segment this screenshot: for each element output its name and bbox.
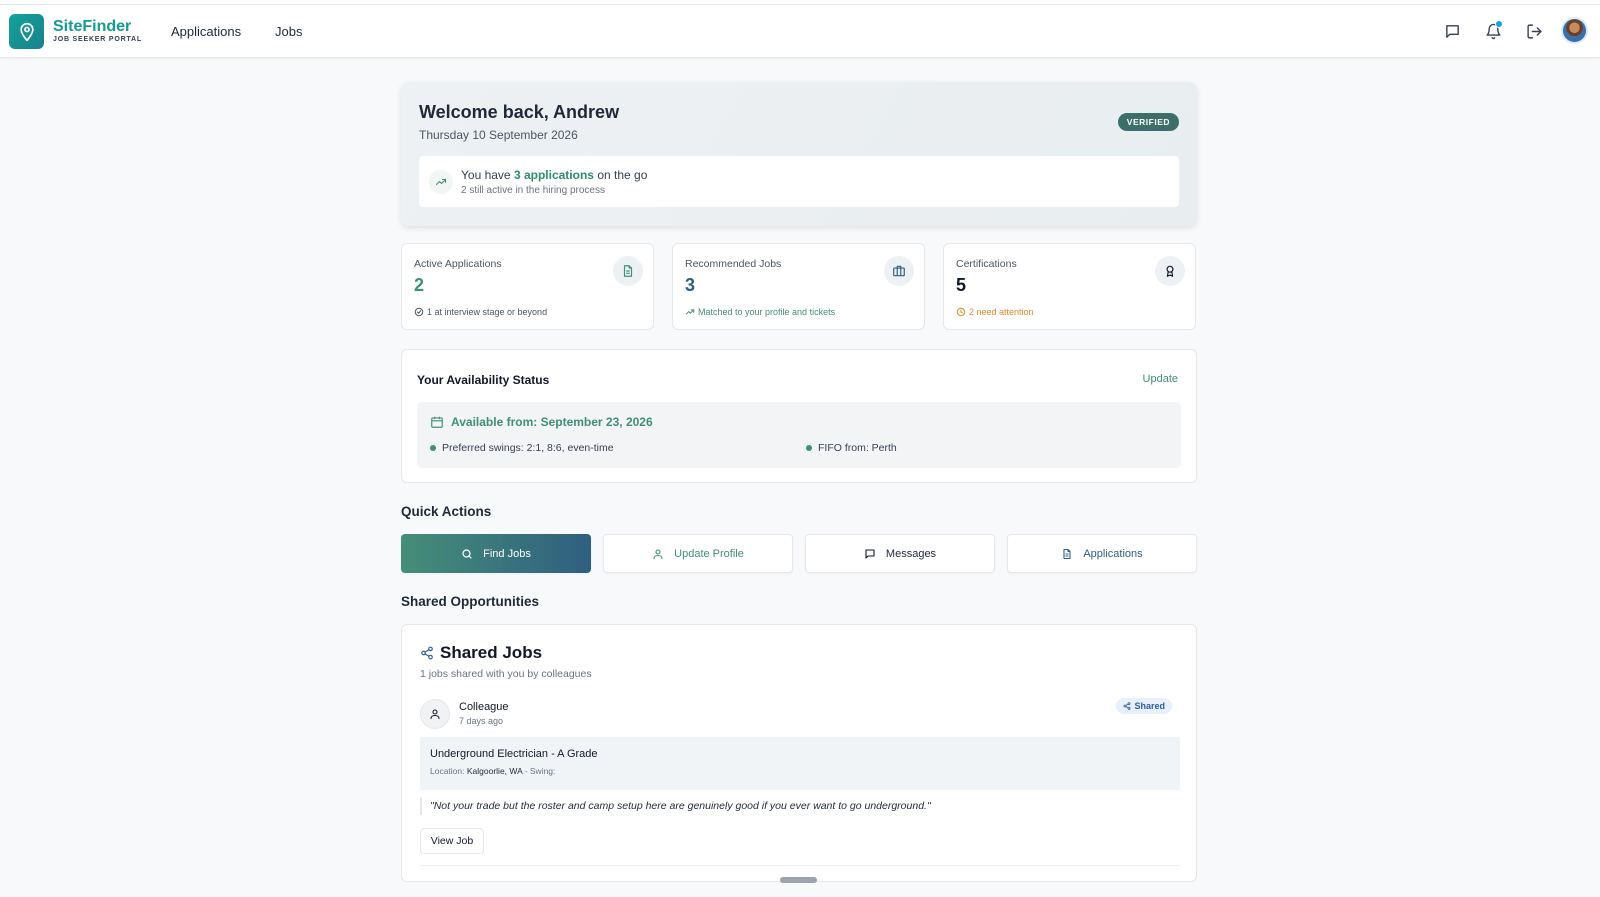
bullet-dot [430, 445, 436, 451]
brand-name: SiteFinder [53, 18, 132, 35]
verified-badge: VERIFIED [1117, 113, 1179, 131]
bell-icon[interactable] [1481, 19, 1505, 43]
availability-title: Your Availability Status [417, 373, 550, 387]
trending-up-icon [685, 309, 695, 315]
availability-card: Your Availability Status Update Availabl… [401, 349, 1197, 483]
document-icon [1063, 548, 1071, 559]
message-icon[interactable] [1440, 19, 1464, 43]
fifo-from-text: FIFO from: Perth [818, 442, 897, 454]
document-icon [613, 256, 643, 286]
update-profile-label: Update Profile [674, 547, 744, 560]
messages-button[interactable]: Messages [805, 534, 995, 573]
shared-jobs-card: Shared Jobs 1 jobs shared with you by co… [401, 624, 1197, 882]
job-location: Kalgoorlie, WA [466, 766, 523, 776]
preferred-swings-text: Preferred swings: 2:1, 8:6, even-time [442, 442, 614, 454]
colleague-note: "Not your trade but the roster and camp … [430, 800, 931, 812]
job-meta: Location: Kalgoorlie, WA - Swing: [430, 766, 555, 776]
stat-label: Recommended Jobs [685, 258, 782, 270]
shared-jobs-title: Shared Jobs [420, 643, 542, 663]
stat-subtext-label: 1 at interview stage or beyond [427, 307, 548, 317]
swing-label: - Swing: [524, 766, 556, 776]
stat-subtext-label: 2 need attention [969, 307, 1034, 317]
scroll-handle[interactable] [780, 877, 817, 883]
summary-subtext: 2 still active in the hiring process [461, 185, 605, 196]
view-job-button[interactable]: View Job [420, 828, 484, 854]
shared-jobs-description: 1 jobs shared with you by colleagues [420, 668, 592, 680]
find-jobs-label: Find Jobs [483, 547, 531, 560]
check-circle-icon [414, 307, 424, 317]
find-jobs-button[interactable]: Find Jobs [401, 534, 591, 573]
stat-card-recommended-jobs[interactable]: Recommended Jobs 3 Matched to your profi… [672, 243, 925, 330]
message-icon [865, 548, 875, 559]
summary-prefix: You have [461, 168, 511, 182]
share-icon [1124, 702, 1131, 710]
notification-dot [1495, 20, 1503, 28]
applications-label: Applications [1083, 547, 1143, 560]
summary-highlight[interactable]: 3 applications [514, 168, 594, 182]
stat-subtext: 2 need attention [956, 307, 1034, 317]
brand[interactable]: SiteFinder JOB SEEKER PORTAL [53, 18, 142, 44]
calendar-icon [431, 416, 443, 428]
user-icon [430, 709, 440, 720]
shared-badge: Shared [1116, 698, 1172, 714]
available-from: Available from: September 23, 2026 [430, 415, 653, 429]
available-from-text: Available from: September 23, 2026 [451, 415, 653, 429]
summary-suffix: on the go [597, 168, 648, 182]
stat-value: 5 [956, 275, 967, 295]
applications-button[interactable]: Applications [1007, 534, 1197, 573]
top-navbar: SiteFinder JOB SEEKER PORTAL Application… [0, 5, 1600, 58]
applications-summary: You have 3 applications on the go 2 stil… [419, 156, 1179, 207]
stat-subtext: Matched to your profile and tickets [685, 307, 835, 317]
brand-subtitle: JOB SEEKER PORTAL [53, 36, 142, 43]
job-title: Underground Electrician - A Grade [430, 748, 598, 760]
welcome-title: Welcome back, Andrew [419, 102, 620, 122]
stat-label: Certifications [956, 258, 1017, 270]
quote-divider [420, 797, 422, 815]
availability-update-link[interactable]: Update [1143, 373, 1178, 385]
clock-icon [956, 307, 966, 317]
bullet-dot [806, 445, 812, 451]
shared-jobs-title-text: Shared Jobs [440, 643, 543, 662]
briefcase-icon [884, 256, 914, 286]
shared-time: 7 days ago [459, 716, 504, 726]
shared-job-details[interactable]: Underground Electrician - A Grade Locati… [420, 737, 1180, 790]
fifo-from: FIFO from: Perth [806, 442, 897, 454]
shared-badge-label: Shared [1134, 701, 1165, 711]
location-pin-logo-icon[interactable] [9, 14, 44, 49]
summary-line: You have 3 applications on the go [461, 168, 647, 182]
user-icon [653, 548, 663, 559]
update-profile-button[interactable]: Update Profile [603, 534, 793, 573]
welcome-card: Welcome back, Andrew Thursday 10 Septemb… [401, 82, 1197, 226]
share-icon [421, 646, 433, 660]
stat-label: Active Applications [414, 258, 502, 270]
messages-label: Messages [885, 547, 937, 560]
location-label: Location: [430, 766, 465, 776]
quick-actions-heading: Quick Actions [401, 504, 492, 519]
colleague-avatar [420, 699, 450, 729]
divider [420, 865, 1180, 866]
shared-opportunities-heading: Shared Opportunities [401, 594, 540, 609]
stat-subtext-label: Matched to your profile and tickets [698, 307, 836, 317]
stat-card-active-applications[interactable]: Active Applications 2 1 at interview sta… [401, 243, 654, 330]
current-date: Thursday 10 September 2026 [419, 128, 578, 142]
preferred-swings: Preferred swings: 2:1, 8:6, even-time [430, 442, 614, 454]
stat-value: 2 [414, 275, 425, 295]
stat-value: 3 [685, 275, 696, 295]
stat-subtext: 1 at interview stage or beyond [414, 307, 547, 317]
avatar[interactable] [1561, 17, 1588, 44]
colleague-name: Colleague [459, 701, 509, 713]
search-icon [462, 548, 472, 559]
availability-details: Available from: September 23, 2026 Prefe… [417, 402, 1181, 468]
nav-applications[interactable]: Applications [171, 24, 241, 39]
award-icon [1155, 256, 1185, 286]
stat-card-certifications[interactable]: Certifications 5 2 need attention [943, 243, 1196, 330]
nav-jobs[interactable]: Jobs [275, 24, 302, 39]
logout-icon[interactable] [1522, 19, 1546, 43]
trending-up-icon [429, 170, 453, 194]
